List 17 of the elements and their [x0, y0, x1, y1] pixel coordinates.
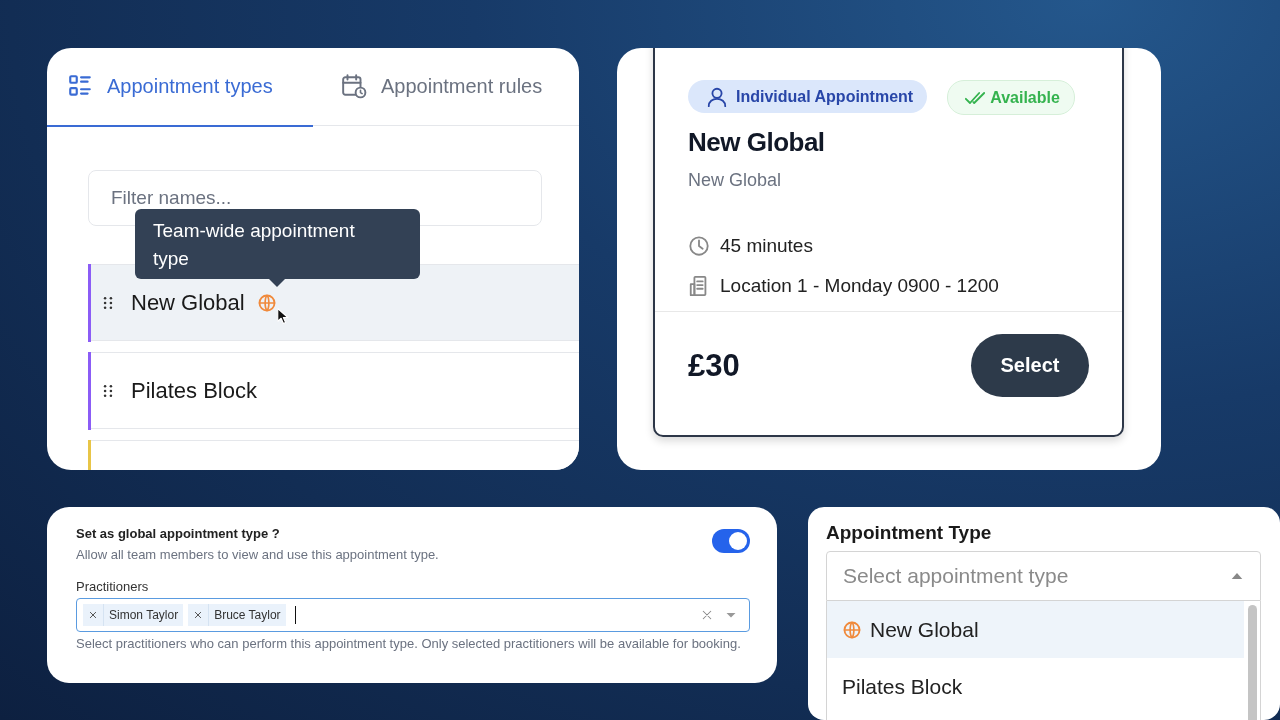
item-name: Pilates Block	[131, 377, 257, 404]
detail-text: Location 1 - Monday 0900 - 1200	[720, 275, 999, 297]
tooltip: Team-wide appointment type	[135, 209, 420, 279]
status-badge: Available	[947, 80, 1075, 115]
setting-label: Set as global appointment type ?	[76, 526, 281, 541]
detail-text: 45 minutes	[720, 235, 813, 257]
field-label: Practitioners	[76, 579, 150, 594]
item-name: New Global	[131, 289, 245, 316]
chip: Bruce Taylor	[188, 604, 286, 626]
card-subtitle: New Global	[688, 170, 783, 191]
price: £30	[688, 347, 740, 384]
field-label: Appointment Type	[826, 522, 993, 544]
card-title: New Global	[688, 127, 826, 158]
type-badge: Individual Appointment	[688, 80, 928, 113]
chip: Simon Taylor	[83, 604, 184, 626]
help-text: Select practitioners who can perform this appointment type. Only selected practitioners will be available for booking.	[76, 635, 742, 653]
setting-description: Allow all team members to view and use this appointment type.	[76, 547, 439, 562]
